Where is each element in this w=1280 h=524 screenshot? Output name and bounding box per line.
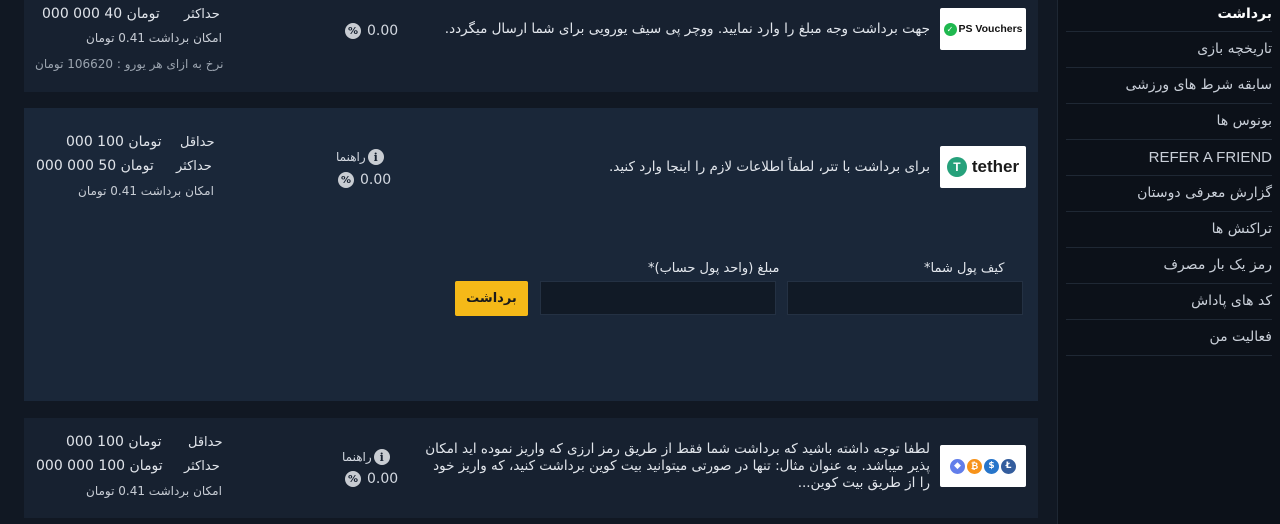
crypto-guide-link[interactable]: i راهنما <box>342 449 390 465</box>
sidebar-item-reward-codes[interactable]: کد های پاداش <box>1066 284 1272 320</box>
crypto-possibility: امکان برداشت 0.41 تومان <box>86 484 222 498</box>
tether-possibility: امکان برداشت 0.41 تومان <box>78 184 214 198</box>
main-content: ✓ PS Vouchers جهت برداشت وجه مبلغ را وار… <box>0 0 1058 524</box>
pvouchers-fee-value: 0.00 <box>367 23 399 39</box>
pvouchers-description: جهت برداشت وجه مبلغ را وارد نمایید. ووچر… <box>444 21 930 37</box>
tether-fee-value: 0.00 <box>360 172 392 188</box>
sidebar-item-my-activity[interactable]: فعالیت من <box>1066 320 1272 356</box>
ethereum-icon: ◆ <box>950 458 965 474</box>
pvouchers-logo-text: PS Vouchers <box>958 23 1023 35</box>
pvouchers-max-label: حداکثر <box>184 7 220 22</box>
crypto-guide-label: راهنما <box>342 450 372 464</box>
tether-coin-icon: T <box>946 157 967 177</box>
crypto-logo[interactable]: ◆ ₿ $ Ł <box>940 445 1026 487</box>
account-sidebar: برداشت تاریخچه بازی سابقه شرط های ورزشی … <box>1057 0 1280 524</box>
pvouchers-logo[interactable]: ✓ PS Vouchers <box>940 8 1026 50</box>
tether-guide-label: راهنما <box>336 150 366 164</box>
pvouchers-fee: % 0.00 <box>345 23 398 39</box>
info-icon: i <box>373 449 390 465</box>
pvouchers-max-value: 000 000 40 تومان <box>42 6 160 22</box>
wallet-input[interactable] <box>787 281 1023 315</box>
tether-min-label: حداقل <box>180 135 215 150</box>
withdraw-button[interactable]: برداشت <box>455 281 528 316</box>
crypto-description: لطفا توجه داشته باشید که برداشت شما فقط … <box>425 441 930 491</box>
pvouchers-shield-icon: ✓ <box>943 22 957 36</box>
tether-description: برای برداشت با تتر، لطفاً اطلاعات لازم ر… <box>608 159 930 175</box>
wallet-label: کیف پول شما* <box>924 261 1005 276</box>
tether-fee: % 0.00 <box>338 172 391 188</box>
crypto-fee-value: 0.00 <box>367 471 399 487</box>
amount-label: مبلغ (واحد پول حساب)* <box>648 261 780 276</box>
percent-icon: % <box>345 471 361 487</box>
usdc-icon: $ <box>984 458 999 474</box>
sidebar-item-transactions[interactable]: تراکنش ها <box>1066 212 1272 248</box>
sidebar-item-refer-a-friend[interactable]: REFER A FRIEND <box>1066 140 1272 176</box>
percent-icon: % <box>338 172 354 188</box>
sidebar-item-referral-report[interactable]: گزارش معرفی دوستان <box>1066 176 1272 212</box>
crypto-max-label: حداکثر <box>184 459 220 474</box>
tether-logo-text: tether <box>971 157 1020 176</box>
pvouchers-possibility: امکان برداشت 0.41 تومان <box>86 31 222 45</box>
tether-min-value: 000 100 تومان <box>66 134 162 150</box>
tether-guide-link[interactable]: i راهنما <box>336 149 384 165</box>
sidebar-item-one-time-password[interactable]: رمز یک بار مصرف <box>1066 248 1272 284</box>
percent-icon: % <box>345 23 361 39</box>
info-icon: i <box>367 149 384 165</box>
sidebar-item-game-history[interactable]: تاریخچه بازی <box>1066 32 1272 68</box>
bitcoin-icon: ₿ <box>967 458 982 474</box>
sidebar-item-withdraw[interactable]: برداشت <box>1066 0 1272 32</box>
tether-logo[interactable]: T tether <box>940 146 1026 188</box>
sidebar-item-bonuses[interactable]: بونوس ها <box>1066 104 1272 140</box>
tether-max-value: 000 000 50 تومان <box>36 158 154 174</box>
crypto-min-value: 000 100 تومان <box>66 434 162 450</box>
crypto-fee: % 0.00 <box>345 471 398 487</box>
amount-input[interactable] <box>540 281 776 315</box>
tether-max-label: حداکثر <box>176 159 212 174</box>
crypto-max-value: 000 000 100 تومان <box>36 458 163 474</box>
method-card-tether: T tether برای برداشت با تتر، لطفاً اطلاع… <box>24 108 1038 401</box>
crypto-min-label: حداقل <box>188 435 223 450</box>
litecoin-icon: Ł <box>1001 458 1016 474</box>
method-card-crypto: ◆ ₿ $ Ł لطفا توجه داشته باشید که برداشت … <box>24 418 1038 518</box>
method-card-pvouchers: ✓ PS Vouchers جهت برداشت وجه مبلغ را وار… <box>24 0 1038 92</box>
pvouchers-rate: نرخ به ازای هر یورو : 106620 تومان <box>35 57 224 71</box>
sidebar-item-sports-bets[interactable]: سابقه شرط های ورزشی <box>1066 68 1272 104</box>
